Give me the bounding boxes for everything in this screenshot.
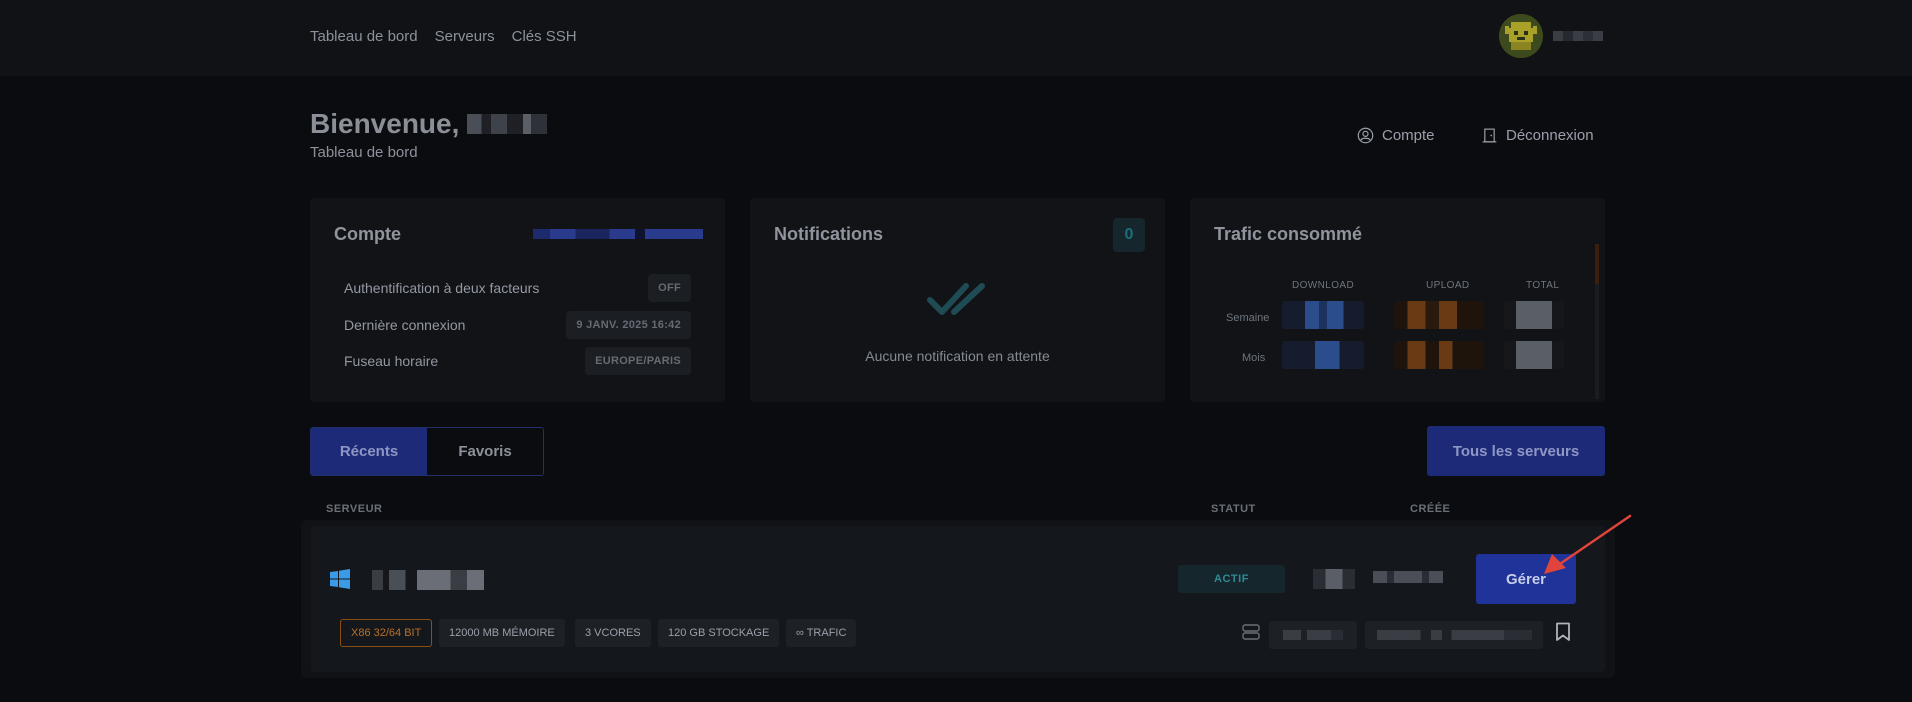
spec-arch: X86 32/64 BIT [340, 619, 433, 647]
double-check-icon [927, 283, 985, 315]
week-download-redacted [1282, 301, 1364, 329]
row-month: Mois [1242, 352, 1266, 364]
notifications-empty-text: Aucune notification en attente [865, 348, 1050, 364]
annotation-arrow-icon [1544, 514, 1632, 574]
account-card-title: Compte [334, 224, 401, 244]
month-upload-redacted [1394, 341, 1484, 369]
welcome-section: Bienvenue, Tableau de bord [310, 108, 548, 161]
header-created: CRÉÉE [1410, 503, 1451, 515]
week-upload-redacted [1394, 301, 1484, 329]
last-login-value: 9 JANV. 2025 16:42 [566, 311, 691, 339]
nav-dashboard[interactable]: Tableau de bord [310, 28, 418, 45]
row-week: Semaine [1226, 312, 1270, 324]
user-name-redacted [467, 114, 548, 134]
traffic-scrollbar[interactable] [1595, 244, 1599, 399]
week-total-redacted [1504, 301, 1564, 329]
page-subtitle: Tableau de bord [310, 144, 418, 161]
main-nav: Tableau de bord Serveurs Clés SSH [310, 28, 577, 45]
avatar[interactable] [1499, 14, 1543, 58]
spec-storage: 120 GB STOCKAGE [658, 619, 780, 647]
server-row[interactable] [301, 520, 1615, 678]
timezone-label: Fuseau horaire [344, 353, 439, 369]
month-download-redacted [1282, 341, 1364, 369]
door-icon [1482, 128, 1497, 143]
header-status: STATUT [1211, 503, 1256, 515]
username-redacted [1553, 31, 1603, 41]
spec-memory: 12000 MB MÉMOIRE [439, 619, 565, 647]
month-total-redacted [1504, 341, 1564, 369]
server-info-chip-redacted [1269, 621, 1357, 649]
spec-vcores: 3 VCORES [575, 619, 651, 647]
spec-traffic: ∞ TRAFIC [786, 619, 857, 647]
server-row-inner [311, 526, 1605, 672]
server-tabs: Récents Favoris [310, 427, 544, 476]
bookmark-icon[interactable] [1555, 622, 1571, 642]
server-name-redacted [372, 570, 484, 590]
server-host-chip-redacted [1365, 621, 1543, 649]
status-badge: ACTIF [1178, 565, 1285, 593]
traffic-card: Trafic consommé DOWNLOAD UPLOAD TOTAL Se… [1190, 198, 1605, 402]
notification-count-badge: 0 [1113, 218, 1145, 252]
notifications-card-title: Notifications [774, 224, 884, 244]
nav-servers[interactable]: Serveurs [435, 28, 495, 45]
last-login-label: Dernière connexion [344, 317, 466, 333]
tab-favorites[interactable]: Favoris [427, 428, 543, 475]
server-stack-icon [1242, 624, 1260, 640]
top-bar [0, 0, 1912, 76]
created-date-redacted [1373, 571, 1443, 583]
two-factor-value: OFF [648, 274, 691, 302]
logout-link-label: Déconnexion [1506, 127, 1594, 144]
windows-icon [330, 569, 350, 589]
account-link-label: Compte [1382, 127, 1435, 144]
nav-ssh-keys[interactable]: Clés SSH [512, 28, 577, 45]
timezone-value: EUROPE/PARIS [585, 347, 691, 375]
notifications-card: Notifications 0 Aucune notification en a… [750, 198, 1165, 402]
logout-link[interactable]: Déconnexion [1481, 127, 1594, 144]
page-title: Bienvenue, [310, 108, 548, 140]
account-card: Compte Authentification à deux facteurs … [310, 198, 725, 402]
greeting-text: Bienvenue, [310, 108, 460, 139]
header-server: SERVEUR [326, 503, 383, 515]
account-id-redacted [533, 229, 703, 239]
avatar-pixel-icon [1499, 14, 1543, 58]
account-link[interactable]: Compte [1357, 127, 1435, 144]
tab-recent[interactable]: Récents [311, 428, 427, 475]
user-circle-icon [1357, 127, 1374, 144]
server-ip-redacted [1313, 569, 1355, 589]
two-factor-label: Authentification à deux facteurs [344, 280, 540, 296]
col-download: DOWNLOAD [1292, 280, 1355, 291]
traffic-scrollbar-thumb[interactable] [1595, 244, 1599, 284]
col-upload: UPLOAD [1426, 280, 1470, 291]
col-total: TOTAL [1526, 280, 1560, 291]
all-servers-button[interactable]: Tous les serveurs [1427, 426, 1605, 476]
traffic-card-title: Trafic consommé [1214, 224, 1363, 244]
